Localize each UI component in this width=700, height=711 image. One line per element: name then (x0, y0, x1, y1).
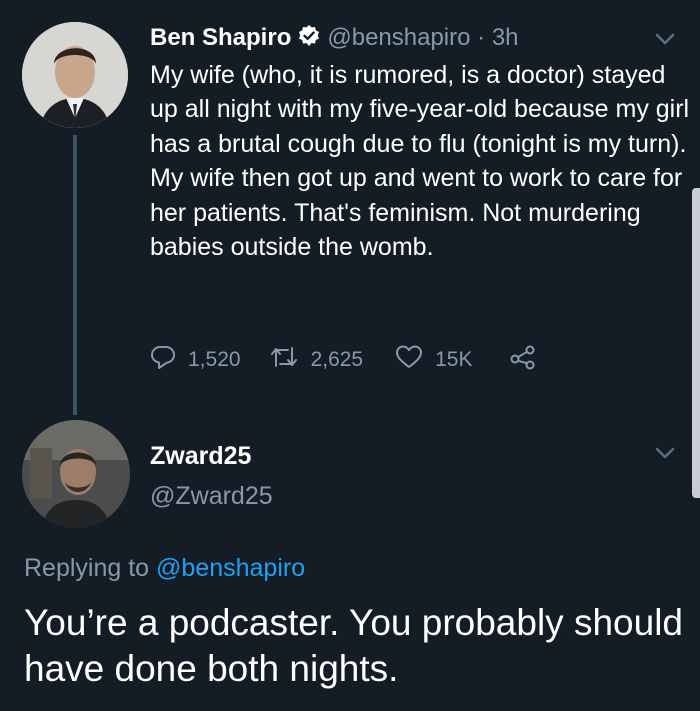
heart-icon (395, 344, 435, 376)
tweet-text: My wife (who, it is rumored, is a doctor… (150, 61, 690, 262)
like-button[interactable]: 15K (395, 344, 473, 376)
tweet-time[interactable]: 3h (492, 24, 519, 51)
author-avatar[interactable] (22, 22, 128, 128)
author-handle[interactable]: @benshapiro (327, 24, 470, 51)
retweet-button[interactable]: 2,625 (269, 344, 364, 376)
reply-button[interactable]: 1,520 (150, 344, 241, 376)
retweet-icon (269, 344, 311, 376)
author-name[interactable]: Ben Shapiro (150, 24, 291, 51)
reply-count: 1,520 (188, 348, 241, 371)
tweet-actions: 1,520 2,625 15K (150, 343, 549, 377)
reply-author-handle[interactable]: @Zward25 (150, 480, 273, 512)
verified-badge-icon (297, 24, 321, 57)
tweet-header: Ben Shapiro @benshapiro · 3h (150, 22, 519, 57)
reply-author-name[interactable]: Zward25 (150, 440, 251, 472)
scrollbar[interactable] (692, 188, 700, 498)
share-icon (509, 344, 549, 376)
thread-line (73, 135, 77, 415)
original-tweet[interactable]: Ben Shapiro @benshapiro · 3h My wife (who… (0, 0, 700, 415)
share-button[interactable] (509, 344, 549, 376)
reply-icon (150, 344, 188, 376)
replying-to-line: Replying to @benshapiro (24, 552, 305, 584)
reply-author-avatar[interactable] (22, 420, 130, 528)
separator-dot: · (477, 24, 486, 51)
replying-to-mention[interactable]: @benshapiro (156, 554, 305, 582)
chevron-down-icon[interactable] (654, 446, 676, 460)
reply-text: You’re a podcaster. You probably should … (24, 602, 683, 689)
replying-prefix: Replying to (24, 554, 150, 582)
like-count: 15K (435, 348, 473, 371)
retweet-count: 2,625 (310, 348, 364, 371)
chevron-down-icon[interactable] (654, 32, 676, 46)
